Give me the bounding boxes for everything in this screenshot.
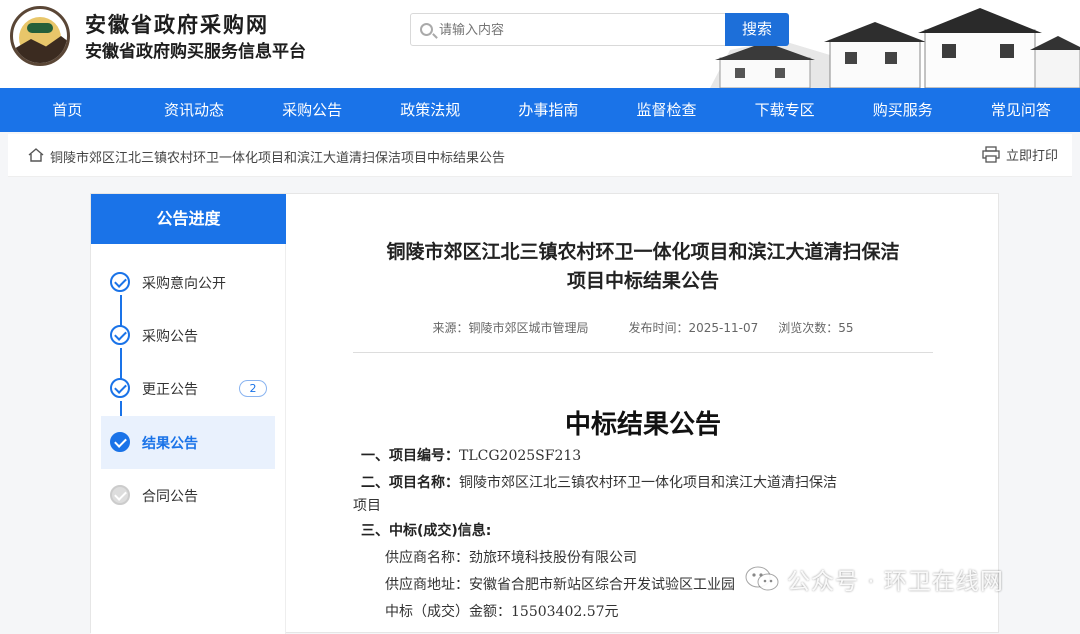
nav-item-procurement-notices[interactable]: 采购公告 [253,88,371,132]
step-correction-notice[interactable]: 更正公告 2 [101,362,275,415]
nav-item-downloads[interactable]: 下载专区 [726,88,844,132]
site-subtitle: 安徽省政府购买服务信息平台 [85,42,306,62]
progress-title: 公告进度 [91,194,286,244]
article-publish-time: 发布时间：2025-11-07 [628,321,759,335]
check-circle-icon [110,325,130,345]
wechat-icon [745,566,779,591]
breadcrumb-current: 铜陵市郊区江北三镇农村环卫一体化项目和滨江大道清扫保洁项目中标结果公告 [50,151,506,166]
search-button[interactable]: 搜索 [725,13,789,46]
print-button[interactable]: 立即打印 [982,145,1058,164]
article-title-line: 铜陵市郊区江北三镇农村环卫一体化项目和滨江大道清扫保洁 [386,241,900,263]
nav-item-policies[interactable]: 政策法规 [371,88,489,132]
section-project-name-label: 二、项目名称： [361,475,459,491]
step-result-notice[interactable]: 结果公告 [101,416,275,469]
nav-item-news[interactable]: 资讯动态 [135,88,253,132]
project-number: TLCG2025SF213 [459,448,582,464]
article-title: 铜陵市郊区江北三镇农村环卫一体化项目和滨江大道清扫保洁 项目中标结果公告 [353,238,933,296]
home-icon[interactable] [28,147,44,163]
notice-body: 一、项目编号：TLCG2025SF213 二、项目名称：铜陵市郊区江北三镇农村环… [353,443,933,626]
search-input[interactable] [439,20,719,40]
printer-icon [982,146,1000,163]
search-icon [420,23,433,36]
article-meta: 来源：铜陵市郊区城市管理局 发布时间：2025-11-07 浏览次数：55 [353,319,933,336]
step-procurement-intent[interactable]: 采购意向公开 [101,256,275,309]
divider [353,352,933,353]
check-circle-icon [110,432,130,452]
main-nav: 首页 资讯动态 采购公告 政策法规 办事指南 监督检查 下载专区 购买服务 常见… [0,88,1080,132]
wechat-watermark: 公众号 · 环卫在线网 [745,562,1004,596]
watermark-text: 公众号 · 环卫在线网 [787,569,1004,595]
check-circle-icon [110,485,130,505]
nav-item-faq[interactable]: 常见问答 [962,88,1080,132]
article-title-line: 项目中标结果公告 [566,270,719,292]
step-label: 采购公告 [142,329,198,345]
correction-count-badge: 2 [239,380,267,397]
section-project-number-label: 一、项目编号： [361,448,459,464]
project-name: 铜陵市郊区江北三镇农村环卫一体化项目和滨江大道清扫保洁 [459,475,837,491]
article-source: 来源：铜陵市郊区城市管理局 [432,321,589,335]
notice-heading: 中标结果公告 [564,410,721,440]
progress-sidebar: 公告进度 采购意向公开 采购公告 更正公告 2 结果公告 合同公告 [91,194,286,634]
nav-item-supervision[interactable]: 监督检查 [607,88,725,132]
nav-item-guide[interactable]: 办事指南 [489,88,607,132]
breadcrumb: 铜陵市郊区江北三镇农村环卫一体化项目和滨江大道清扫保洁项目中标结果公告 立即打印 [8,134,1072,177]
nav-item-purchase-services[interactable]: 购买服务 [844,88,962,132]
step-label: 合同公告 [142,489,198,505]
project-name-continued: 项目 [353,498,381,514]
step-label: 采购意向公开 [142,276,226,292]
award-amount: 中标（成交）金额：15503402.57元 [385,604,619,620]
step-label: 更正公告 [142,382,198,398]
check-circle-icon [110,272,130,292]
print-label: 立即打印 [1005,149,1058,164]
step-label: 结果公告 [142,436,198,452]
check-circle-icon [110,378,130,398]
step-contract-notice[interactable]: 合同公告 [101,469,275,522]
site-logo[interactable] [10,6,70,66]
site-header: 安徽省政府采购网 安徽省政府购买服务信息平台 搜索 [0,0,1080,88]
search-field[interactable] [410,13,726,46]
section-award-info-label: 三、中标(成交)信息: [361,523,492,539]
article-views: 浏览次数：55 [778,321,854,335]
nav-item-home[interactable]: 首页 [0,88,135,132]
site-title: 安徽省政府采购网 [85,13,269,37]
step-procurement-notice[interactable]: 采购公告 [101,309,275,362]
